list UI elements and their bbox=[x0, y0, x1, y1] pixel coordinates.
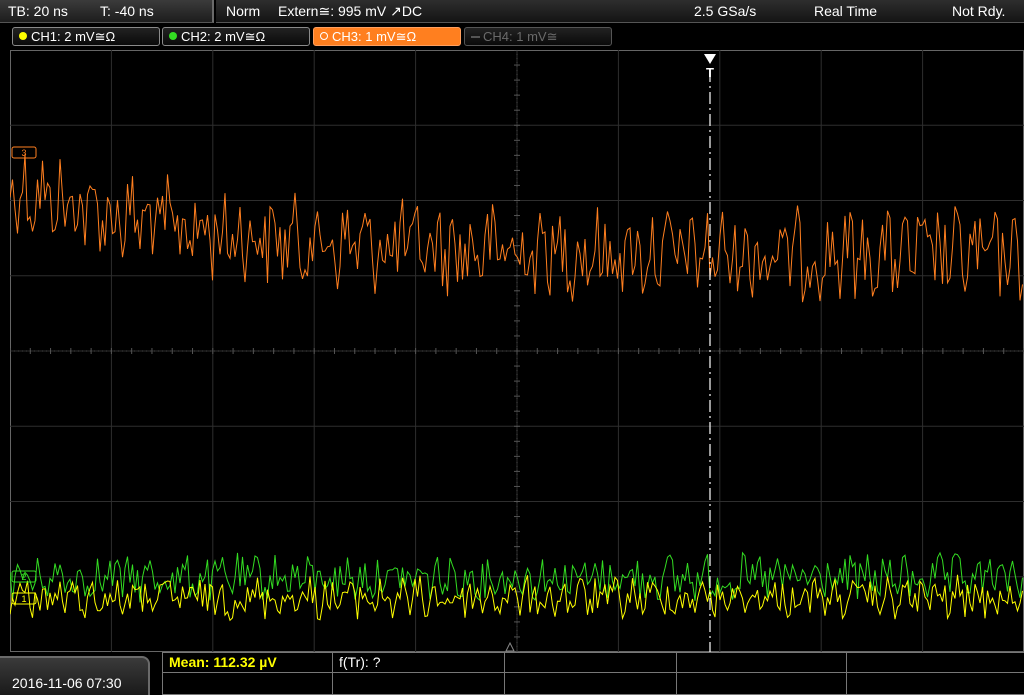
ftr-value: f(Tr): ? bbox=[339, 654, 381, 670]
mean-value: Mean: 112.32 µV bbox=[169, 654, 277, 670]
measurement-slot-7[interactable] bbox=[333, 673, 505, 695]
channel-tab-ch1[interactable]: CH1: 2 mV≅Ω bbox=[12, 27, 160, 46]
ch4-label: CH4: 1 mV≅ bbox=[483, 29, 558, 44]
ch1-marker-label: 1 bbox=[21, 594, 26, 604]
ch3-label: CH3: 1 mV≅Ω bbox=[332, 29, 417, 44]
trigger-source: Extern≅: 995 mV ↗DC bbox=[278, 3, 423, 19]
measurement-ftr[interactable]: f(Tr): ? bbox=[333, 653, 505, 673]
waveform-display[interactable]: T 3 2 1 bbox=[10, 50, 1024, 652]
channel-tab-ch4[interactable]: CH4: 1 mV≅ bbox=[464, 27, 612, 46]
ch2-marker-label: 2 bbox=[21, 572, 26, 582]
trigger-time-value: T: -40 ns bbox=[100, 3, 154, 19]
measurement-slot-6[interactable] bbox=[163, 673, 333, 695]
ch2-indicator-icon bbox=[169, 32, 177, 40]
measurement-slot-9[interactable] bbox=[677, 673, 847, 695]
ch2-label: CH2: 2 mV≅Ω bbox=[181, 29, 266, 44]
timebase-value: TB: 20 ns bbox=[8, 3, 68, 19]
trigger-marker-label: T bbox=[706, 65, 714, 80]
acquisition-mode: Real Time bbox=[814, 3, 878, 19]
ch1-label: CH1: 2 mV≅Ω bbox=[31, 29, 116, 44]
sample-rate: 2.5 GSa/s bbox=[694, 3, 757, 19]
ch4-indicator-icon bbox=[471, 36, 480, 38]
datetime-panel: 2016-11-06 07:30 bbox=[0, 656, 150, 695]
ch3-indicator-icon bbox=[320, 32, 328, 40]
measurement-slot-8[interactable] bbox=[505, 673, 677, 695]
measurement-slot-10[interactable] bbox=[847, 673, 1024, 695]
measurement-slot-3[interactable] bbox=[505, 653, 677, 673]
trigger-mode: Norm bbox=[226, 3, 261, 19]
status-bar: TB: 20 ns T: -40 ns Norm Extern≅: 995 mV… bbox=[0, 0, 1024, 24]
timebase-panel[interactable]: TB: 20 ns T: -40 ns bbox=[0, 0, 214, 23]
datetime-value: 2016-11-06 07:30 bbox=[12, 675, 122, 691]
ch3-marker-label: 3 bbox=[21, 148, 26, 158]
channel-tab-ch2[interactable]: CH2: 2 mV≅Ω bbox=[162, 27, 310, 46]
acquisition-status: Not Rdy. bbox=[952, 3, 1006, 19]
measurement-slot-5[interactable] bbox=[847, 653, 1024, 673]
ch1-indicator-icon bbox=[19, 32, 27, 40]
measurement-slot-4[interactable] bbox=[677, 653, 847, 673]
measurement-mean[interactable]: Mean: 112.32 µV bbox=[163, 653, 333, 673]
trigger-panel[interactable]: Norm Extern≅: 995 mV ↗DC 2.5 GSa/s Real … bbox=[216, 0, 1024, 23]
channel-tab-ch3[interactable]: CH3: 1 mV≅Ω bbox=[313, 27, 461, 46]
measurement-panel[interactable]: Mean: 112.32 µV f(Tr): ? bbox=[162, 652, 1024, 695]
